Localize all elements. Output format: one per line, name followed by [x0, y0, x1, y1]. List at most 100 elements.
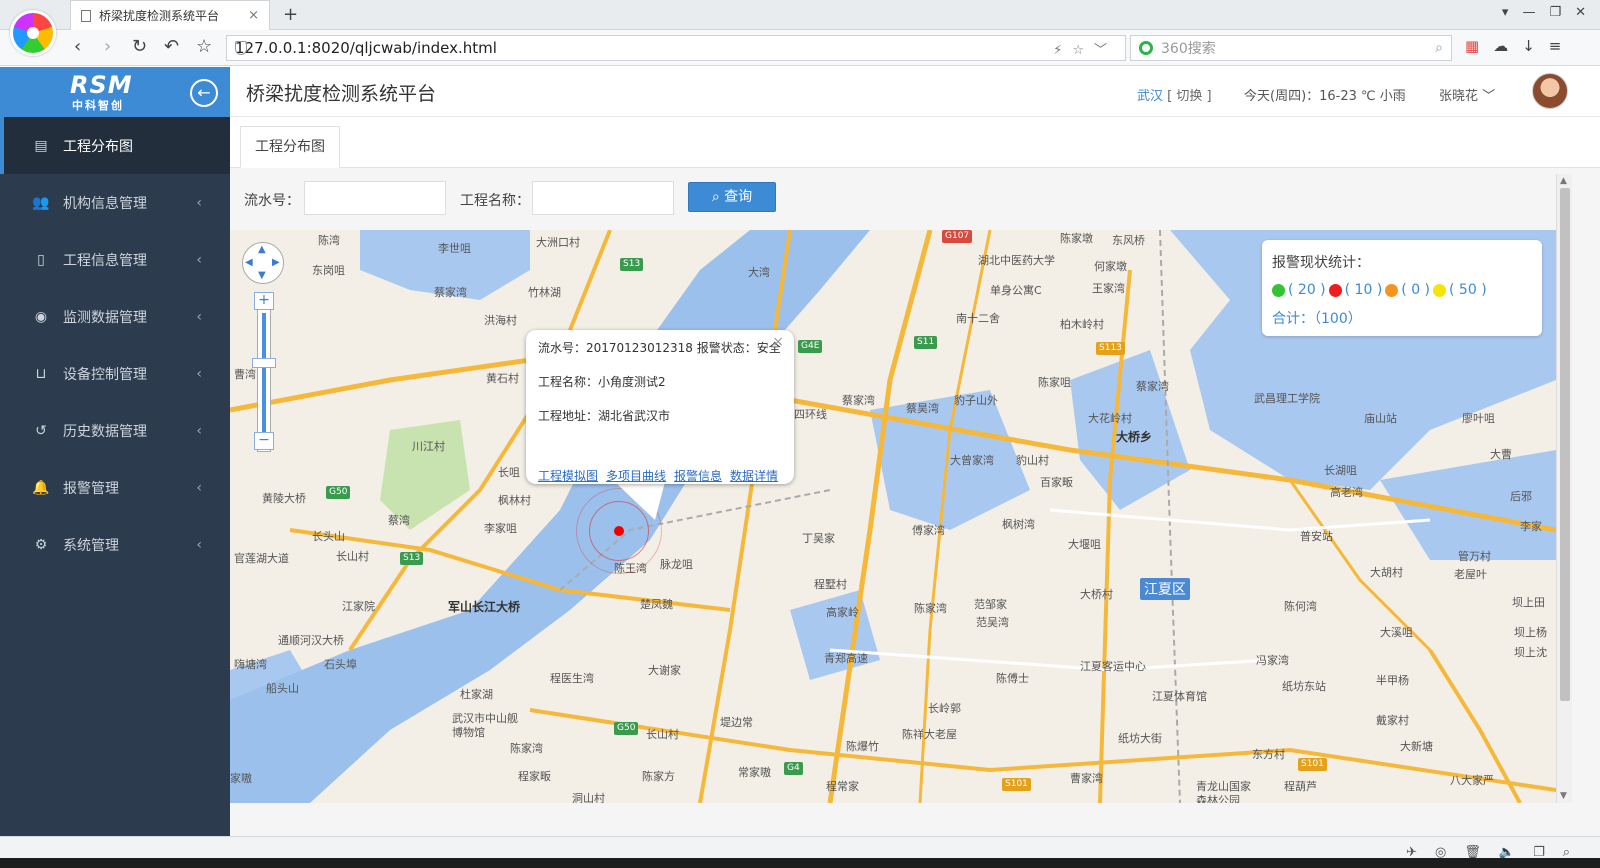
- browser-tab[interactable]: 桥梁扰度检测系统平台 ×: [70, 0, 270, 30]
- map-place-label: 李世咀: [438, 242, 471, 255]
- map-place-label: 陈祥大老屋: [902, 728, 957, 741]
- url-field[interactable]: 127.0.0.1:8020/qljcwab/index.html ⚡☆﹀: [226, 35, 1126, 61]
- reload-icon[interactable]: ↻: [132, 36, 147, 57]
- infowindow-links: 工程模拟图 多项目曲线 报警信息 数据详情: [538, 468, 778, 485]
- url-text[interactable]: 127.0.0.1:8020/qljcwab/index.html: [235, 39, 1053, 57]
- map-place-label: 长头山: [312, 530, 345, 543]
- road-shield-label: S113: [1096, 342, 1125, 355]
- infowindow-serial-status: 流水号：20170123012318 报警状态：安全: [538, 341, 781, 355]
- road-shield-label: G50: [614, 722, 639, 735]
- scroll-down-icon[interactable]: ▼: [1560, 791, 1567, 801]
- user-menu[interactable]: 张晓花 ﹀: [1439, 85, 1495, 104]
- city-switch-link[interactable]: [ 切换 ]: [1167, 89, 1211, 104]
- map-place-label: 陈爆竹: [846, 740, 879, 753]
- city-selector[interactable]: 武汉 [ 切换 ]: [1137, 85, 1212, 104]
- back-icon[interactable]: ‹: [74, 36, 81, 57]
- link-data-detail[interactable]: 数据详情: [730, 468, 778, 485]
- zoom-out-button[interactable]: −: [254, 432, 274, 450]
- browser-search-field[interactable]: 360搜索 ⌕: [1130, 35, 1452, 61]
- map-place-label: 石头埠: [324, 658, 357, 671]
- search-icon[interactable]: ⌕: [1435, 40, 1443, 56]
- close-window-icon[interactable]: ✕: [1575, 5, 1586, 20]
- page-scrollbar[interactable]: ▲ ▼: [1556, 174, 1572, 803]
- menu-icon[interactable]: ≡: [1549, 37, 1562, 55]
- serial-input[interactable]: [304, 181, 446, 215]
- lake: [1380, 450, 1556, 560]
- map-place-label: 江夏客运中心: [1080, 660, 1146, 673]
- sidebar-item-org[interactable]: 👥 机构信息管理 ‹: [0, 174, 230, 231]
- document-icon: [81, 9, 91, 22]
- sidebar-item-label: 报警管理: [63, 480, 119, 497]
- map-place-label: 庙山站: [1364, 412, 1397, 425]
- minimize-icon[interactable]: —: [1522, 5, 1535, 20]
- sidebar-item-history[interactable]: ↺ 历史数据管理 ‹: [0, 402, 230, 459]
- pan-down-icon[interactable]: ▼: [258, 270, 266, 281]
- close-icon[interactable]: ×: [772, 334, 784, 351]
- new-tab-button[interactable]: +: [283, 4, 298, 25]
- map-place-label: 豹山村: [1016, 454, 1049, 467]
- map-place-label: 大堰咀: [1068, 538, 1101, 551]
- link-alarm-info[interactable]: 报警信息: [674, 468, 722, 485]
- cloud-icon[interactable]: ☁: [1493, 37, 1508, 55]
- scroll-up-icon[interactable]: ▲: [1560, 176, 1567, 186]
- filter-bar: 流水号： 工程名称： ⌕ 查询: [230, 168, 1600, 224]
- project-marker[interactable]: [614, 526, 624, 536]
- sidebar-item-monitor[interactable]: ◉ 监测数据管理 ‹: [0, 288, 230, 345]
- sidebar-item-alarm[interactable]: 🔔 报警管理 ‹: [0, 459, 230, 516]
- map-pan-control[interactable]: ▲ ▼ ◀ ▶: [242, 242, 284, 284]
- download-icon[interactable]: ↓: [1522, 37, 1535, 55]
- map-place-label: 陈家湾: [914, 602, 947, 615]
- map-canvas[interactable]: 陈湾 李世咀 大洲口村 东岗咀 蔡家湾 竹林湖 大湾 洪海村 黄石村 曹湾 川江村 长咀 黄陵大桥 枫林村…: [230, 230, 1556, 803]
- users-icon: 👥: [32, 194, 50, 211]
- map-place-label: 百家畈: [1040, 476, 1073, 489]
- restore-icon[interactable]: ❐: [1549, 5, 1561, 20]
- sidebar-item-project-map[interactable]: ▤ 工程分布图: [0, 117, 230, 174]
- tab-project-map[interactable]: 工程分布图: [240, 126, 340, 168]
- map-place-label: 管万村: [1458, 550, 1491, 563]
- undo-icon[interactable]: ↶: [164, 36, 179, 57]
- apps-grid-icon[interactable]: ▦: [1465, 37, 1479, 55]
- pan-up-icon[interactable]: ▲: [258, 244, 266, 255]
- city-name[interactable]: 武汉: [1137, 89, 1163, 104]
- query-button[interactable]: ⌕ 查询: [688, 182, 776, 212]
- chevron-left-icon: ‹: [196, 422, 202, 439]
- url-tools-icons[interactable]: ⚡☆﹀: [1053, 39, 1117, 58]
- map-place-label: 大湾: [748, 266, 770, 279]
- pan-left-icon[interactable]: ◀: [245, 257, 253, 268]
- scrollbar-thumb[interactable]: [1560, 188, 1570, 701]
- map-place-label: 堤边常: [720, 716, 753, 729]
- sidebar-item-label: 设备控制管理: [63, 366, 147, 383]
- link-multi-curve[interactable]: 多项目曲线: [606, 468, 666, 485]
- zoom-in-button[interactable]: +: [254, 292, 274, 310]
- sidebar-item-label: 监测数据管理: [63, 309, 147, 326]
- pan-right-icon[interactable]: ▶: [272, 257, 280, 268]
- collapse-sidebar-icon[interactable]: ←: [190, 79, 218, 107]
- close-tab-icon[interactable]: ×: [248, 8, 259, 23]
- bookmark-star-icon[interactable]: ☆: [196, 36, 212, 57]
- map-place-label: 楚凤魏: [640, 598, 673, 611]
- forward-icon[interactable]: ›: [104, 36, 111, 57]
- sidebar-item-device[interactable]: ⊔ 设备控制管理 ‹: [0, 345, 230, 402]
- map-place-label: 程墅村: [814, 578, 847, 591]
- chevron-left-icon: ‹: [196, 251, 202, 268]
- map-place-label: 半甲杨: [1376, 674, 1409, 687]
- page-tabs: 工程分布图: [230, 117, 1600, 168]
- map-place-label: 戴家村: [1376, 714, 1409, 727]
- sidebar-item-label: 工程信息管理: [63, 252, 147, 269]
- map-place-label: 东方村: [1252, 748, 1285, 761]
- link-simulation[interactable]: 工程模拟图: [538, 468, 598, 485]
- browser-logo-icon[interactable]: [10, 10, 56, 56]
- project-name-input[interactable]: [532, 181, 674, 215]
- map-place-label: 八大家严: [1450, 774, 1494, 787]
- avatar[interactable]: [1532, 73, 1568, 109]
- infowindow-project-address: 工程地址：湖北省武汉市: [538, 409, 671, 423]
- road-shield-label: S13: [400, 552, 424, 565]
- search-placeholder: 360搜索: [1161, 41, 1216, 57]
- pin-icon[interactable]: ▾: [1502, 5, 1509, 20]
- sidebar-item-project-info[interactable]: ▯ 工程信息管理 ‹: [0, 231, 230, 288]
- map-place-label: 长山村: [336, 550, 369, 563]
- zoom-slider-track[interactable]: [257, 292, 271, 452]
- infowindow-tail: [615, 482, 665, 520]
- zoom-slider-knob[interactable]: [252, 358, 276, 368]
- sidebar-item-system[interactable]: ⚙ 系统管理 ‹: [0, 516, 230, 573]
